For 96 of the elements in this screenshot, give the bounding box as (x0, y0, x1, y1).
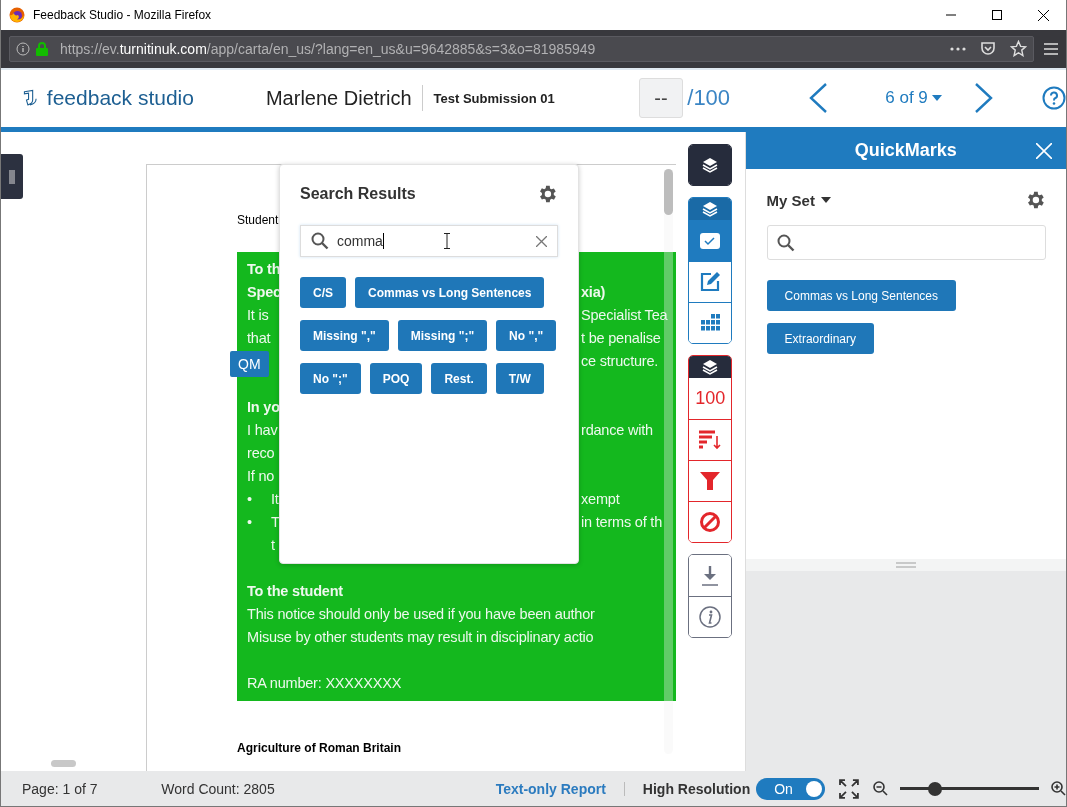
resize-handle[interactable] (895, 562, 916, 569)
next-button[interactable] (974, 83, 994, 114)
document-text: I hav (247, 422, 278, 439)
quickmark-button[interactable]: T/W (495, 363, 544, 395)
set-dropdown[interactable]: My Set (766, 191, 831, 209)
brand-name: feedback studio (46, 86, 194, 111)
bullet: • (247, 513, 253, 533)
zoom-out-icon[interactable] (872, 781, 888, 797)
document-text: It (271, 491, 279, 508)
ban-icon (699, 511, 722, 534)
quickmark-button[interactable]: POQ (369, 363, 423, 395)
address-bar[interactable]: https://ev.turnitinuk.com/app/carta/en_us/?lang=en_us&u=9642885&s=3&o=81985949 (9, 35, 1034, 62)
document-text: RA number: XXXXXXXX (247, 675, 402, 692)
search-query: comma (337, 233, 384, 250)
quickmark-button[interactable]: Missing ";" (397, 320, 488, 352)
bullet: • (247, 490, 253, 510)
clear-icon[interactable] (536, 235, 547, 247)
toggle-switch[interactable]: On (756, 777, 825, 800)
quickmark-tag[interactable]: QM (230, 351, 269, 378)
document-text: Specialist Tea (581, 306, 669, 326)
caret-icon (820, 197, 831, 204)
url-text: https://ev.turnitinuk.com/app/carta/en_us/?lang=en_us&u=9642885&s=3&o=81985949 (60, 40, 596, 57)
layers-icon (702, 201, 719, 218)
edit-icon (699, 271, 722, 294)
quickmark-button[interactable]: No "," (496, 320, 557, 352)
document-text: t (271, 537, 275, 554)
score-max: /100 (687, 85, 731, 112)
tool-button[interactable] (689, 145, 732, 186)
quickmark-button[interactable]: C/S (300, 277, 346, 309)
search-field[interactable]: comma (300, 225, 558, 258)
document-heading: To the student (247, 583, 343, 600)
document-heading: In yo (247, 399, 280, 416)
scrollbar-thumb[interactable] (51, 760, 76, 768)
document-text: that (247, 330, 271, 347)
checkbox-icon (699, 231, 722, 250)
text-cursor-icon (444, 233, 450, 250)
caret-icon (931, 95, 942, 102)
document-text: If no (247, 468, 275, 485)
scrollbar-thumb[interactable] (664, 169, 673, 216)
score-field[interactable]: -- (638, 78, 684, 119)
student-name: Marlene Dietrich (265, 85, 423, 112)
layers-icon (702, 157, 719, 174)
document-text: in terms of th (581, 513, 663, 533)
document-text: t be penalise (581, 329, 662, 349)
sort-icon (699, 430, 722, 451)
quickmark-button[interactable]: No ";" (300, 363, 361, 395)
grid-icon (699, 314, 722, 333)
search-field[interactable] (766, 225, 1046, 261)
page-count: Page: 1 of 7 (22, 780, 99, 797)
quickmark-button[interactable]: Extraordinary (766, 323, 874, 355)
download-icon (701, 565, 720, 586)
more-icon[interactable] (950, 46, 966, 51)
document-heading: Agriculture of Roman Britain (237, 741, 401, 756)
report-link[interactable]: Text-only Report (495, 780, 606, 797)
previous-button[interactable] (808, 83, 829, 114)
document-text: It is (247, 307, 269, 324)
star-icon[interactable] (1010, 40, 1027, 58)
quickmark-button[interactable]: Commas vs Long Sentences (766, 280, 957, 312)
maximize-icon (992, 10, 1002, 20)
document-text: Student (237, 213, 279, 228)
layers-icon (702, 359, 719, 376)
search-icon (776, 233, 795, 252)
minimize-icon (946, 14, 956, 16)
fullscreen-icon[interactable] (838, 778, 859, 799)
popup-title: Search Results (300, 185, 416, 204)
lock-icon (36, 41, 48, 56)
zoom-in-icon[interactable] (1051, 781, 1066, 797)
document-heading: xia) (581, 283, 607, 303)
help-button[interactable] (1042, 86, 1066, 111)
window-title: Feedback Studio - Mozilla Firefox (33, 8, 213, 22)
setting-label: High Resolution (642, 780, 751, 797)
drawer-handle[interactable] (1, 154, 23, 200)
document-text: rdance with (581, 421, 654, 441)
document-text: xempt (581, 490, 621, 510)
slider-thumb[interactable] (927, 781, 942, 796)
quickmark-button[interactable]: Rest. (431, 363, 487, 395)
quickmark-button[interactable]: Commas vs Long Sentences (355, 277, 545, 309)
document-text: reco (247, 445, 275, 462)
close-icon (1037, 9, 1049, 21)
panel-title: QuickMarks (854, 140, 957, 162)
quickmark-button[interactable]: Missing "," (300, 320, 389, 352)
assignment-title: Test Submission 01 (433, 91, 555, 106)
search-icon (311, 232, 329, 251)
info-icon (699, 606, 722, 629)
layer-tab[interactable] (689, 356, 732, 379)
document-text: ce structure. (581, 352, 660, 372)
word-count: Word Count: 2805 (161, 780, 276, 797)
document-heading: Spec (247, 284, 281, 301)
paper-selector[interactable]: 6 of 9 (875, 88, 952, 109)
pocket-icon[interactable] (980, 40, 996, 57)
document-text: Misuse by other students may result in disciplinary actio (247, 629, 594, 646)
firefox-logo-icon (9, 7, 25, 23)
info-icon (16, 41, 30, 56)
menu-icon[interactable] (1044, 42, 1058, 55)
document-text: This notice should only be used if you have been author (247, 606, 595, 623)
filter-icon (700, 472, 721, 491)
